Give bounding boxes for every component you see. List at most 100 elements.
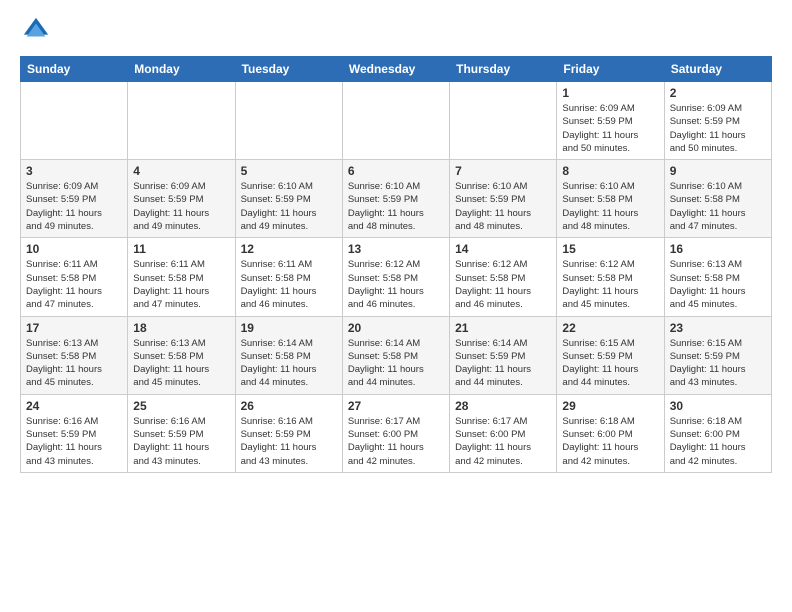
day-info: Sunrise: 6:10 AM Sunset: 5:58 PM Dayligh…	[562, 180, 658, 233]
calendar-week-1: 1 Sunrise: 6:09 AM Sunset: 5:59 PM Daylig…	[21, 82, 772, 160]
day-number: 28	[455, 399, 551, 413]
day-number: 9	[670, 164, 766, 178]
day-info: Sunrise: 6:17 AM Sunset: 6:00 PM Dayligh…	[455, 415, 551, 468]
day-info: Sunrise: 6:10 AM Sunset: 5:59 PM Dayligh…	[241, 180, 337, 233]
day-info: Sunrise: 6:16 AM Sunset: 5:59 PM Dayligh…	[26, 415, 122, 468]
calendar-cell: 17 Sunrise: 6:13 AM Sunset: 5:58 PM Dayli…	[21, 316, 128, 394]
calendar-cell: 20 Sunrise: 6:14 AM Sunset: 5:58 PM Dayli…	[342, 316, 449, 394]
calendar-cell	[450, 82, 557, 160]
weekday-header-thursday: Thursday	[450, 57, 557, 82]
calendar-cell: 5Sunrise: 6:10 AM Sunset: 5:59 PM Daylig…	[235, 160, 342, 238]
day-number: 13	[348, 242, 444, 256]
weekday-header-sunday: Sunday	[21, 57, 128, 82]
main-container: SundayMondayTuesdayWednesdayThursdayFrid…	[0, 0, 792, 483]
day-info: Sunrise: 6:18 AM Sunset: 6:00 PM Dayligh…	[562, 415, 658, 468]
day-number: 23	[670, 321, 766, 335]
calendar-cell: 12 Sunrise: 6:11 AM Sunset: 5:58 PM Dayli…	[235, 238, 342, 316]
calendar-cell: 26 Sunrise: 6:16 AM Sunset: 5:59 PM Dayli…	[235, 394, 342, 472]
calendar-cell: 22Sunrise: 6:15 AM Sunset: 5:59 PM Dayli…	[557, 316, 664, 394]
day-info: Sunrise: 6:17 AM Sunset: 6:00 PM Dayligh…	[348, 415, 444, 468]
day-number: 12	[241, 242, 337, 256]
logo	[20, 16, 50, 44]
day-number: 18	[133, 321, 229, 335]
calendar-week-5: 24 Sunrise: 6:16 AM Sunset: 5:59 PM Dayli…	[21, 394, 772, 472]
page-header	[20, 16, 772, 44]
calendar-cell: 25Sunrise: 6:16 AM Sunset: 5:59 PM Dayli…	[128, 394, 235, 472]
day-info: Sunrise: 6:11 AM Sunset: 5:58 PM Dayligh…	[241, 258, 337, 311]
day-number: 20	[348, 321, 444, 335]
day-info: Sunrise: 6:10 AM Sunset: 5:58 PM Dayligh…	[670, 180, 766, 233]
day-number: 17	[26, 321, 122, 335]
calendar-body: 1 Sunrise: 6:09 AM Sunset: 5:59 PM Daylig…	[21, 82, 772, 473]
calendar-cell: 21 Sunrise: 6:14 AM Sunset: 5:59 PM Dayli…	[450, 316, 557, 394]
calendar-cell: 1 Sunrise: 6:09 AM Sunset: 5:59 PM Daylig…	[557, 82, 664, 160]
calendar-cell: 18 Sunrise: 6:13 AM Sunset: 5:58 PM Dayli…	[128, 316, 235, 394]
calendar-week-3: 10 Sunrise: 6:11 AM Sunset: 5:58 PM Dayli…	[21, 238, 772, 316]
day-number: 6	[348, 164, 444, 178]
calendar-cell: 23 Sunrise: 6:15 AM Sunset: 5:59 PM Dayli…	[664, 316, 771, 394]
day-info: Sunrise: 6:16 AM Sunset: 5:59 PM Dayligh…	[241, 415, 337, 468]
calendar-week-2: 3 Sunrise: 6:09 AM Sunset: 5:59 PM Daylig…	[21, 160, 772, 238]
day-info: Sunrise: 6:09 AM Sunset: 5:59 PM Dayligh…	[133, 180, 229, 233]
calendar-cell: 29 Sunrise: 6:18 AM Sunset: 6:00 PM Dayli…	[557, 394, 664, 472]
day-info: Sunrise: 6:14 AM Sunset: 5:58 PM Dayligh…	[241, 337, 337, 390]
day-info: Sunrise: 6:14 AM Sunset: 5:58 PM Dayligh…	[348, 337, 444, 390]
day-info: Sunrise: 6:09 AM Sunset: 5:59 PM Dayligh…	[562, 102, 658, 155]
calendar-cell: 4 Sunrise: 6:09 AM Sunset: 5:59 PM Daylig…	[128, 160, 235, 238]
day-info: Sunrise: 6:15 AM Sunset: 5:59 PM Dayligh…	[562, 337, 658, 390]
day-number: 3	[26, 164, 122, 178]
day-info: Sunrise: 6:15 AM Sunset: 5:59 PM Dayligh…	[670, 337, 766, 390]
calendar-cell: 7 Sunrise: 6:10 AM Sunset: 5:59 PM Daylig…	[450, 160, 557, 238]
day-info: Sunrise: 6:12 AM Sunset: 5:58 PM Dayligh…	[562, 258, 658, 311]
weekday-header-tuesday: Tuesday	[235, 57, 342, 82]
day-number: 1	[562, 86, 658, 100]
day-number: 21	[455, 321, 551, 335]
logo-icon	[22, 16, 50, 44]
calendar-cell	[342, 82, 449, 160]
day-info: Sunrise: 6:14 AM Sunset: 5:59 PM Dayligh…	[455, 337, 551, 390]
day-number: 30	[670, 399, 766, 413]
day-number: 14	[455, 242, 551, 256]
calendar-cell	[128, 82, 235, 160]
calendar-cell: 28 Sunrise: 6:17 AM Sunset: 6:00 PM Dayli…	[450, 394, 557, 472]
calendar-cell: 24 Sunrise: 6:16 AM Sunset: 5:59 PM Dayli…	[21, 394, 128, 472]
day-number: 11	[133, 242, 229, 256]
calendar-cell: 13Sunrise: 6:12 AM Sunset: 5:58 PM Dayli…	[342, 238, 449, 316]
day-info: Sunrise: 6:13 AM Sunset: 5:58 PM Dayligh…	[26, 337, 122, 390]
calendar-cell: 3 Sunrise: 6:09 AM Sunset: 5:59 PM Daylig…	[21, 160, 128, 238]
calendar-cell: 19Sunrise: 6:14 AM Sunset: 5:58 PM Dayli…	[235, 316, 342, 394]
calendar-cell: 6 Sunrise: 6:10 AM Sunset: 5:59 PM Daylig…	[342, 160, 449, 238]
day-number: 8	[562, 164, 658, 178]
calendar-cell: 10 Sunrise: 6:11 AM Sunset: 5:58 PM Dayli…	[21, 238, 128, 316]
calendar-cell: 15 Sunrise: 6:12 AM Sunset: 5:58 PM Dayli…	[557, 238, 664, 316]
day-info: Sunrise: 6:11 AM Sunset: 5:58 PM Dayligh…	[26, 258, 122, 311]
calendar-cell: 8 Sunrise: 6:10 AM Sunset: 5:58 PM Daylig…	[557, 160, 664, 238]
day-number: 27	[348, 399, 444, 413]
calendar-cell: 14 Sunrise: 6:12 AM Sunset: 5:58 PM Dayli…	[450, 238, 557, 316]
day-info: Sunrise: 6:13 AM Sunset: 5:58 PM Dayligh…	[133, 337, 229, 390]
day-info: Sunrise: 6:09 AM Sunset: 5:59 PM Dayligh…	[26, 180, 122, 233]
day-number: 15	[562, 242, 658, 256]
day-info: Sunrise: 6:11 AM Sunset: 5:58 PM Dayligh…	[133, 258, 229, 311]
day-number: 29	[562, 399, 658, 413]
calendar-cell	[235, 82, 342, 160]
calendar-cell: 27 Sunrise: 6:17 AM Sunset: 6:00 PM Dayli…	[342, 394, 449, 472]
calendar-cell	[21, 82, 128, 160]
weekday-header-friday: Friday	[557, 57, 664, 82]
day-number: 10	[26, 242, 122, 256]
calendar-cell: 16Sunrise: 6:13 AM Sunset: 5:58 PM Dayli…	[664, 238, 771, 316]
day-info: Sunrise: 6:13 AM Sunset: 5:58 PM Dayligh…	[670, 258, 766, 311]
day-info: Sunrise: 6:10 AM Sunset: 5:59 PM Dayligh…	[455, 180, 551, 233]
day-number: 25	[133, 399, 229, 413]
day-info: Sunrise: 6:18 AM Sunset: 6:00 PM Dayligh…	[670, 415, 766, 468]
day-number: 26	[241, 399, 337, 413]
day-number: 2	[670, 86, 766, 100]
calendar-week-4: 17 Sunrise: 6:13 AM Sunset: 5:58 PM Dayli…	[21, 316, 772, 394]
day-number: 24	[26, 399, 122, 413]
day-info: Sunrise: 6:10 AM Sunset: 5:59 PM Dayligh…	[348, 180, 444, 233]
day-number: 7	[455, 164, 551, 178]
calendar-cell: 9 Sunrise: 6:10 AM Sunset: 5:58 PM Daylig…	[664, 160, 771, 238]
day-info: Sunrise: 6:12 AM Sunset: 5:58 PM Dayligh…	[455, 258, 551, 311]
weekday-header-row: SundayMondayTuesdayWednesdayThursdayFrid…	[21, 57, 772, 82]
day-number: 4	[133, 164, 229, 178]
